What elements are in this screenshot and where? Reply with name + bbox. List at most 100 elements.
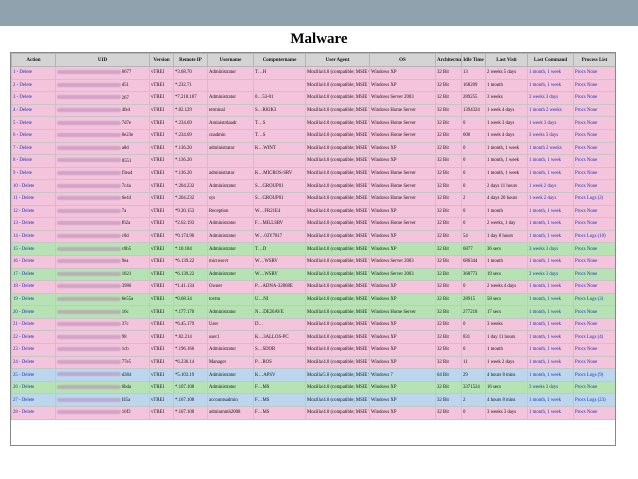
last-command-link[interactable]: 1 week 3 days [529, 121, 556, 126]
delete-link[interactable]: 17 - Delete [13, 272, 34, 277]
last-command-link[interactable]: 3 weeks 3 days [529, 95, 558, 100]
process-list-link[interactable]: Procs None [575, 83, 597, 88]
delete-link[interactable]: 27 - Delete [13, 398, 34, 403]
process-list-link[interactable]: Procs None [575, 259, 597, 264]
last-command-link[interactable]: 1 month 2 weeks [529, 146, 562, 151]
last-command-link[interactable]: 1 month, 1 week [529, 310, 561, 315]
process-list-link[interactable]: Procs None [575, 171, 597, 176]
last-command-link[interactable]: 3 weeks 3 days [529, 272, 558, 277]
last-command-link[interactable]: 1 month, 1 week [529, 398, 561, 403]
version-cell: vTREI [149, 406, 174, 420]
last-command-link[interactable]: 3 weeks 3 days [529, 247, 558, 252]
ip-cell: *5.103.19 [173, 368, 208, 382]
cmd-cell: 1 month, 1 week [527, 355, 574, 370]
process-list-link[interactable]: Procs None [575, 184, 597, 189]
process-list-link[interactable]: Procs None [575, 121, 597, 126]
last-command-link[interactable]: 1 month, 1 week [529, 221, 561, 226]
delete-link[interactable]: 22 - Delete [13, 335, 34, 340]
process-list-link[interactable]: Procs Logs (9) [575, 373, 603, 378]
last-command-link[interactable]: 1 month, 1 week [529, 373, 561, 378]
last-command-link[interactable]: 1 month, 1 week [529, 259, 561, 264]
delete-link[interactable]: 1 - Delete [13, 70, 32, 75]
last-command-link[interactable]: 1 month, 1 week [529, 322, 561, 327]
user-cell: cnadmin [207, 128, 254, 143]
delete-link[interactable]: 6 - Delete [13, 133, 32, 138]
last-command-link[interactable]: 1 month, 1 week [529, 234, 561, 239]
delete-link[interactable]: 2 - Delete [13, 83, 32, 88]
process-list-link[interactable]: Procs Logs (2) [575, 196, 603, 201]
process-list-link[interactable]: Procs None [575, 133, 597, 138]
last-command-link[interactable]: 1 month, 1 week [529, 209, 561, 214]
process-list-link[interactable]: Procs None [575, 284, 597, 289]
delete-link[interactable]: 10 - Delete [13, 184, 34, 189]
process-list-link[interactable]: Procs None [575, 272, 597, 277]
last-command-link[interactable]: 1 month, 1 week [529, 171, 561, 176]
last-command-link[interactable]: 1 month, 1 week [529, 83, 561, 88]
process-list-link[interactable]: Procs None [575, 95, 597, 100]
last-command-link[interactable]: 3 weeks 3 days [529, 385, 558, 390]
process-list-link[interactable]: Procs None [575, 322, 597, 327]
delete-link[interactable]: 19 - Delete [13, 297, 34, 302]
delete-link[interactable]: 26 - Delete [13, 385, 34, 390]
process-list-link[interactable]: Procs None [575, 158, 597, 163]
process-list-link[interactable]: Procs Logs (3) [575, 297, 603, 302]
process-list-link[interactable]: Procs None [575, 347, 597, 352]
redacted-uid-blur [57, 410, 121, 415]
process-list-link[interactable]: Procs None [575, 221, 597, 226]
delete-link[interactable]: 21 - Delete [13, 322, 34, 327]
last-command-link[interactable]: 1 month, 1 week [529, 360, 561, 365]
last-command-link[interactable]: 1 month, 1 week [529, 284, 561, 289]
action-cell: 9 - Delete [11, 166, 56, 181]
process-list-link[interactable]: Procs None [575, 385, 597, 390]
proc-cell: Procs None [573, 406, 615, 420]
last-command-link[interactable]: 3 weeks 3 days [529, 133, 558, 138]
visit-cell: 58 secs [485, 292, 528, 307]
last-command-link[interactable]: 1 month, 1 week [529, 335, 561, 340]
last-command-link[interactable]: 1 month, 1 week [529, 297, 561, 302]
ip-cell: *1.41.134 [173, 280, 208, 294]
process-list-link[interactable]: Procs Logs (23) [575, 398, 606, 403]
delete-link[interactable]: 16 - Delete [13, 259, 34, 264]
process-list-link[interactable]: Procs Logs (10) [575, 234, 606, 239]
redacted-uid-blur [57, 120, 121, 125]
arch-cell: 32 Bit [435, 217, 462, 231]
delete-link[interactable]: 5 - Delete [13, 121, 32, 126]
delete-link[interactable]: 12 - Delete [13, 209, 34, 214]
delete-link[interactable]: 8 - Delete [13, 158, 32, 163]
process-list-link[interactable]: Procs None [575, 360, 597, 365]
delete-link[interactable]: 14 - Delete [13, 234, 34, 239]
process-list-link[interactable]: Procs None [575, 310, 597, 315]
delete-link[interactable]: 28 - Delete [13, 410, 34, 415]
delete-link[interactable]: 18 - Delete [13, 284, 34, 289]
delete-link[interactable]: 9 - Delete [13, 171, 32, 176]
last-visit-text: 3 weeks 3 days [487, 410, 517, 416]
delete-link[interactable]: 20 - Delete [13, 310, 34, 315]
process-list-link[interactable]: Procs None [575, 247, 597, 252]
process-list-link[interactable]: Procs Logs (4) [575, 335, 603, 340]
process-list-link[interactable]: Procs None [575, 209, 597, 214]
uid-cell: 16f3 [55, 406, 150, 420]
last-command-link[interactable]: 1 month 2 weeks [529, 108, 562, 113]
delete-link[interactable]: 3 - Delete [13, 95, 32, 100]
last-command-link[interactable]: 1 month, 1 week [529, 70, 561, 75]
delete-link[interactable]: 7 - Delete [13, 146, 32, 151]
last-command-link[interactable]: 1 month, 1 week [529, 158, 561, 163]
delete-link[interactable]: 11 - Delete [13, 196, 34, 201]
last-command-link[interactable]: 1 month, 1 week [529, 347, 561, 352]
process-list-link[interactable]: Procs None [575, 70, 597, 75]
process-list-link[interactable]: Procs None [575, 146, 597, 151]
delete-link[interactable]: 13 - Delete [13, 221, 34, 226]
delete-link[interactable]: 24 - Delete [13, 360, 34, 365]
delete-link[interactable]: 25 - Delete [13, 373, 34, 378]
uid-cell: 4fe4 [55, 103, 150, 118]
process-list-link[interactable]: Procs None [575, 410, 597, 415]
idle-cell: 0 [461, 166, 486, 181]
delete-link[interactable]: 4 - Delete [13, 108, 32, 113]
process-list-link[interactable]: Procs None [575, 108, 597, 113]
delete-link[interactable]: 23 - Delete [13, 347, 34, 352]
column-header: User Agent [305, 53, 370, 67]
last-command-link[interactable]: 1 week 2 days [529, 184, 556, 189]
last-command-link[interactable]: 1 week 2 days [529, 196, 556, 201]
delete-link[interactable]: 15 - Delete [13, 247, 34, 252]
last-command-link[interactable]: 1 month, 1 week [529, 410, 561, 415]
